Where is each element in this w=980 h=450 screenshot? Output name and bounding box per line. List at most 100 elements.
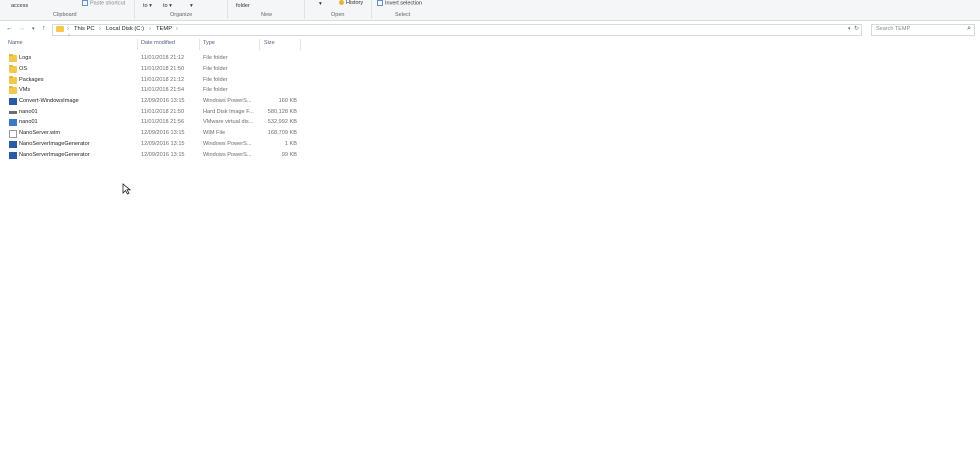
paste-shortcut-icon: [82, 0, 88, 6]
file-date: 12/09/2016 13:15: [141, 152, 185, 158]
move-to-button[interactable]: to ▾: [143, 3, 152, 9]
file-name: NanoServerImageGenerator: [19, 141, 90, 147]
file-row[interactable]: Logs 11/01/2018 21:12 File folder: [0, 54, 300, 64]
organize-group-label: Organize: [170, 12, 193, 18]
file-size: 532,992 KB: [267, 119, 297, 125]
file-row[interactable]: nano01 11/01/2018 21:50 Hard Disk Image …: [0, 108, 300, 118]
pin-quick-access-button[interactable]: access: [11, 3, 28, 9]
address-box[interactable]: › This PC › Local Disk (C:) › TEMP › ▾ ↻: [52, 24, 862, 36]
new-folder-button[interactable]: folder: [236, 3, 250, 9]
address-bar-row: ← → ▾ ↑ › This PC › Local Disk (C:) › TE…: [0, 21, 980, 37]
ribbon: ​ access Paste shortcut Clipboard to ▾ t…: [0, 0, 980, 21]
file-row[interactable]: VMs 11/01/2018 21:54 File folder: [0, 86, 300, 96]
file-type: Windows PowerS...: [203, 152, 252, 158]
ribbon-divider: [371, 0, 372, 19]
file-name: nano01: [19, 109, 38, 115]
breadcrumb-separator-icon[interactable]: ›: [176, 26, 178, 32]
search-icon[interactable]: ⌕: [967, 25, 971, 33]
invert-selection-label: Invert selection: [385, 0, 422, 7]
file-icon: [9, 130, 17, 138]
column-header-date-modified[interactable]: Date modified: [141, 40, 175, 50]
folder-icon: [9, 76, 17, 84]
folder-location-icon: [56, 26, 64, 32]
column-divider[interactable]: [137, 39, 138, 50]
breadcrumb-separator-icon[interactable]: ›: [67, 26, 69, 32]
ribbon-divider: [304, 0, 305, 19]
folder-icon: [9, 86, 17, 94]
file-type: Windows PowerS...: [203, 98, 252, 104]
properties-dropdown-icon[interactable]: ▾: [319, 1, 322, 7]
file-name: Packages: [19, 77, 44, 83]
file-type: WIM File: [203, 130, 226, 136]
address-history-chevron-icon[interactable]: ▾: [848, 26, 851, 32]
file-row[interactable]: Convert-WindowsImage 12/09/2016 13:15 Wi…: [0, 97, 300, 107]
file-date: 11/01/2018 21:50: [141, 66, 185, 72]
file-date: 11/01/2018 21:12: [141, 55, 185, 61]
file-type: File folder: [203, 66, 228, 72]
disk-image-icon: [9, 111, 17, 114]
file-type: File folder: [203, 55, 228, 61]
invert-selection-icon: [377, 0, 383, 6]
paste-shortcut-button[interactable]: Paste shortcut: [82, 0, 125, 6]
file-date: 12/09/2016 13:15: [141, 141, 185, 147]
file-date: 11/01/2018 21:50: [141, 109, 185, 115]
column-header-name[interactable]: Name: [8, 40, 23, 50]
powershell-icon: [9, 141, 17, 148]
ribbon-divider: [134, 0, 135, 19]
column-header-type[interactable]: Type: [203, 40, 215, 50]
file-size: 168,709 KB: [267, 130, 297, 136]
refresh-icon[interactable]: ↻: [854, 26, 859, 32]
column-header-size[interactable]: Size: [264, 40, 275, 50]
file-name: nano01: [19, 119, 38, 125]
file-row[interactable]: NanoServerImageGenerator 12/09/2016 13:1…: [0, 140, 300, 150]
column-divider[interactable]: [300, 39, 301, 50]
breadcrumb-separator-icon[interactable]: ›: [149, 26, 151, 32]
file-name: NanoServerImageGenerator: [19, 152, 90, 158]
vmware-icon: [9, 119, 17, 126]
file-name: Convert-WindowsImage: [19, 98, 79, 104]
file-row[interactable]: NanoServer.wim 12/09/2016 13:15 WIM File…: [0, 129, 300, 139]
file-size: 1 KB: [284, 141, 297, 147]
folder-icon: [9, 54, 17, 62]
ribbon-divider: [227, 0, 228, 19]
forward-arrow-icon[interactable]: →: [18, 24, 25, 34]
copy-to-button[interactable]: to ▾: [163, 3, 172, 9]
file-type: Hard Disk Image F...: [203, 109, 254, 115]
file-name: Logs: [19, 55, 32, 61]
invert-selection-button[interactable]: Invert selection: [377, 0, 422, 6]
file-date: 11/01/2018 21:12: [141, 77, 185, 83]
file-type: File folder: [203, 87, 228, 93]
file-type: Windows PowerS...: [203, 141, 252, 147]
recent-locations-chevron-icon[interactable]: ▾: [32, 24, 35, 34]
file-row[interactable]: NanoServerImageGenerator 12/09/2016 13:1…: [0, 151, 300, 161]
powershell-icon: [9, 98, 17, 105]
file-type: VMware virtual dis...: [203, 119, 254, 125]
file-row[interactable]: nano01 11/01/2018 21:56 VMware virtual d…: [0, 118, 300, 128]
powershell-icon: [9, 152, 17, 159]
file-row[interactable]: OS 11/01/2018 21:50 File folder: [0, 65, 300, 75]
up-arrow-icon[interactable]: ↑: [42, 24, 46, 34]
history-label: History: [346, 0, 364, 6]
file-date: 11/01/2018 21:56: [141, 119, 185, 125]
delete-dropdown-icon[interactable]: ▾: [190, 3, 193, 9]
file-date: 12/09/2016 13:15: [141, 98, 185, 104]
search-placeholder: Search TEMP: [876, 26, 911, 32]
breadcrumb-temp[interactable]: TEMP: [156, 26, 172, 32]
history-button[interactable]: History: [339, 0, 363, 6]
search-input[interactable]: Search TEMP ⌕: [871, 24, 975, 36]
column-divider[interactable]: [199, 39, 200, 50]
file-size: 160 KB: [278, 98, 297, 104]
breadcrumb-local-disk[interactable]: Local Disk (C:): [106, 26, 144, 32]
select-group-label: Select: [395, 12, 411, 18]
file-row[interactable]: Packages 11/01/2018 21:12 File folder: [0, 76, 300, 86]
breadcrumb-this-pc[interactable]: This PC: [74, 26, 95, 32]
column-divider[interactable]: [259, 39, 260, 50]
back-arrow-icon[interactable]: ←: [6, 24, 13, 34]
file-name: NanoServer.wim: [19, 130, 61, 136]
file-date: 12/09/2016 13:15: [141, 130, 185, 136]
file-name: VMs: [19, 87, 31, 93]
breadcrumb-separator-icon[interactable]: ›: [99, 26, 101, 32]
clipboard-group-label: Clipboard: [53, 12, 77, 18]
sort-ascending-icon: ^: [68, 34, 71, 40]
history-icon: [339, 0, 344, 6]
